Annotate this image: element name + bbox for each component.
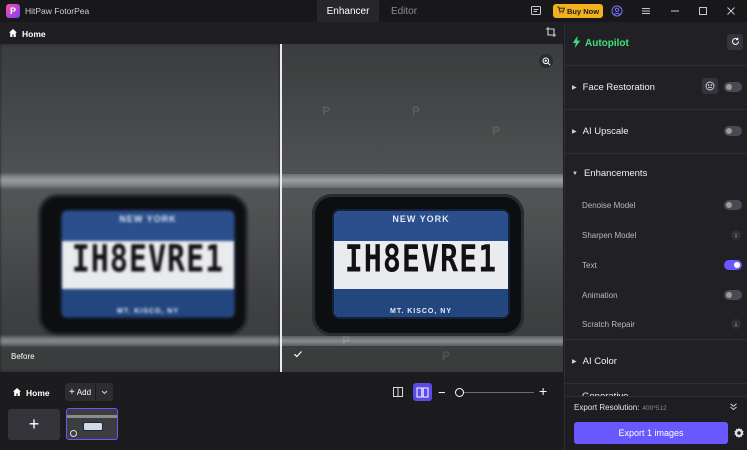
ai-upscale-label: AI Upscale — [582, 126, 629, 137]
message-icon[interactable] — [528, 3, 544, 19]
buy-now-label: Buy Now — [566, 6, 600, 16]
refresh-button[interactable] — [727, 34, 743, 50]
face-restoration-section[interactable]: ▶ Face Restoration — [565, 66, 747, 110]
download-icon[interactable]: ↓ — [731, 230, 741, 240]
plate-state-text: NEW YORK — [392, 214, 450, 225]
cart-icon — [557, 6, 565, 16]
image-thumbnail[interactable] — [66, 408, 118, 440]
plate-state-text: NEW YORK — [119, 214, 177, 225]
close-icon[interactable] — [723, 3, 739, 19]
autopilot-label: Autopilot — [585, 38, 629, 49]
ai-color-label: AI Color — [582, 356, 617, 367]
export-resolution-label: Export Resolution: — [574, 403, 640, 412]
watermark-icon: P — [442, 349, 451, 363]
maximize-icon[interactable] — [695, 3, 711, 19]
plate-number: IH8EVRE1 — [71, 237, 225, 282]
tab-enhancer[interactable]: Enhancer — [317, 0, 379, 22]
zoom-slider-handle[interactable] — [455, 388, 464, 397]
enhancements-section: ▼ Enhancements Denoise Model Sharpen Mod… — [565, 154, 747, 340]
ai-color-section[interactable]: ▶ AI Color — [565, 340, 747, 384]
autopilot-section: Autopilot — [565, 22, 747, 66]
face-restoration-title: ▶ Face Restoration — [572, 82, 655, 93]
caret-down-icon: ▼ — [572, 170, 578, 177]
breadcrumb[interactable]: Home — [8, 28, 46, 40]
collapse-icon[interactable] — [729, 402, 739, 412]
account-icon[interactable] — [609, 3, 625, 19]
plate-number: IH8EVRE1 — [344, 237, 498, 282]
app-title: HitPaw FotorPea — [25, 6, 90, 16]
ai-upscale-title: ▶ AI Upscale — [572, 126, 629, 137]
export-resolution-value: 400*512 — [642, 405, 667, 412]
face-restoration-toggle[interactable] — [724, 82, 742, 92]
add-label: Add — [76, 387, 92, 397]
gear-icon[interactable] — [733, 427, 745, 439]
plus-icon: + — [68, 386, 75, 398]
crop-icon[interactable] — [545, 26, 559, 40]
add-dropdown-button[interactable] — [96, 383, 113, 401]
download-icon[interactable]: ↓ — [731, 319, 741, 329]
home-label: Home — [26, 388, 50, 398]
menu-icon[interactable] — [638, 3, 654, 19]
enhancements-title[interactable]: ▼ Enhancements — [572, 168, 647, 179]
zoom-slider[interactable] — [456, 392, 534, 393]
animation-model-label: Animation — [582, 291, 618, 300]
add-image-tile[interactable]: + — [8, 409, 60, 440]
home-link[interactable]: Home — [12, 387, 50, 399]
buy-now-button[interactable]: Buy Now — [553, 4, 603, 18]
caret-right-icon: ▶ — [572, 359, 577, 365]
zoom-out-icon[interactable]: − — [438, 385, 446, 400]
plate-county-text: MT. KISCO, NY — [116, 307, 179, 315]
ai-upscale-section[interactable]: ▶ AI Upscale — [565, 110, 747, 154]
minimize-icon[interactable] — [667, 3, 683, 19]
zoom-in-icon[interactable] — [539, 54, 553, 68]
export-button[interactable]: Export 1 images — [574, 422, 728, 444]
add-main-button[interactable]: + Add — [65, 383, 96, 401]
text-model-toggle[interactable] — [724, 260, 742, 270]
ai-upscale-toggle[interactable] — [724, 126, 742, 136]
watermark-icon: P — [412, 104, 421, 118]
tab-editor[interactable]: Editor — [380, 0, 428, 22]
side-by-side-view-icon[interactable] — [413, 383, 432, 401]
export-resolution[interactable]: Export Resolution: 400*512 — [574, 403, 667, 412]
app-logo: P — [6, 4, 20, 18]
watermark-icon: P — [342, 334, 351, 348]
face-icon[interactable] — [702, 78, 718, 94]
before-label: Before — [11, 352, 35, 361]
split-view-icon[interactable] — [390, 384, 406, 400]
zoom-in-button[interactable]: + — [539, 383, 547, 399]
watermark-icon: P — [322, 104, 331, 118]
bottom-bar: Home + Add − + + — [0, 372, 563, 450]
caret-right-icon: ▶ — [572, 85, 577, 91]
after-preview: NEW YORK IH8EVRE1 MT. KISCO, NY P P P P … — [282, 44, 563, 372]
scratch-repair-label: Scratch Repair — [582, 320, 635, 329]
enhancements-label: Enhancements — [583, 168, 648, 179]
settings-panel: Autopilot ▶ Face Restoration ▶ AI Upscal… — [564, 22, 747, 450]
denoise-model-toggle[interactable] — [724, 200, 742, 210]
denoise-model-label: Denoise Model — [582, 201, 636, 210]
check-icon — [293, 349, 305, 361]
lightning-icon — [572, 36, 581, 51]
ai-color-title: ▶ AI Color — [572, 356, 617, 367]
plate-county-text: MT. KISCO, NY — [389, 307, 452, 315]
watermark-icon: P — [492, 124, 501, 138]
export-area: Export Resolution: 400*512 Export 1 image… — [565, 396, 747, 450]
animation-model-toggle[interactable] — [724, 290, 742, 300]
home-icon — [12, 387, 22, 399]
autopilot-toggle[interactable]: Autopilot — [572, 36, 629, 51]
refresh-icon — [731, 37, 740, 48]
title-bar: P HitPaw FotorPea Enhancer Editor Buy No… — [0, 0, 747, 22]
add-button[interactable]: + Add — [65, 383, 113, 401]
face-restoration-label: Face Restoration — [582, 82, 655, 93]
workspace-header: Home — [0, 22, 563, 44]
home-icon — [8, 28, 18, 40]
before-preview: NEW YORK IH8EVRE1 MT. KISCO, NY — [0, 44, 280, 372]
caret-right-icon: ▶ — [572, 129, 577, 135]
text-model-label: Text — [582, 261, 597, 270]
sharpen-model-label: Sharpen Model — [582, 231, 637, 240]
status-icon — [70, 430, 77, 437]
breadcrumb-label: Home — [22, 29, 46, 39]
